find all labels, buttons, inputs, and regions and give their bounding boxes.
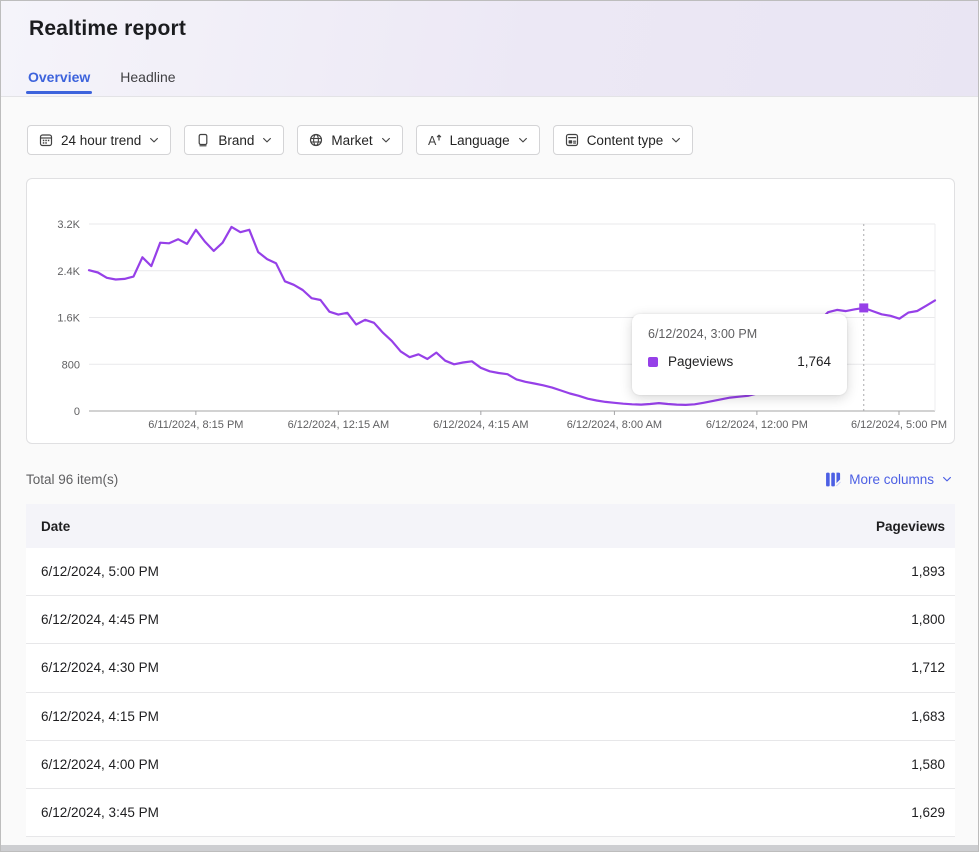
content-type-icon — [564, 132, 580, 148]
tab-overview[interactable]: Overview — [26, 63, 92, 96]
total-count: Total 96 item(s) — [26, 472, 118, 487]
filter-content-type[interactable]: Content type — [553, 125, 694, 155]
table-row: 6/12/2024, 4:15 PM 1,683 — [26, 693, 955, 741]
chevron-down-icon — [148, 134, 160, 146]
svg-text:0: 0 — [74, 406, 80, 418]
table-row: 6/12/2024, 4:45 PM 1,800 — [26, 596, 955, 644]
table-row: 6/12/2024, 5:00 PM 1,893 — [26, 548, 955, 596]
chevron-down-icon — [517, 134, 529, 146]
page-title: Realtime report — [29, 17, 978, 41]
cell-pageviews: 1,893 — [911, 564, 955, 579]
svg-text:800: 800 — [62, 359, 80, 371]
filter-label: Brand — [218, 133, 254, 148]
svg-text:2.4K: 2.4K — [57, 266, 80, 278]
svg-text:6/12/2024, 12:00 PM: 6/12/2024, 12:00 PM — [706, 419, 808, 431]
svg-text:6/12/2024, 4:15 AM: 6/12/2024, 4:15 AM — [433, 419, 528, 431]
filter-bar: 24 hour trend Brand Market — [27, 125, 978, 155]
filter-label: Language — [450, 133, 510, 148]
active-tab-underline — [26, 91, 92, 94]
data-table: Date Pageviews 6/12/2024, 5:00 PM 1,893 … — [26, 504, 955, 837]
device-icon — [195, 132, 211, 148]
chevron-down-icon — [670, 134, 682, 146]
chevron-down-icon — [261, 134, 273, 146]
columns-edit-icon — [825, 471, 842, 488]
svg-text:3.2K: 3.2K — [57, 219, 80, 231]
table-row: 6/12/2024, 4:00 PM 1,580 — [26, 741, 955, 789]
cell-date: 6/12/2024, 4:30 PM — [26, 660, 159, 675]
cell-date: 6/12/2024, 4:45 PM — [26, 612, 159, 627]
pageviews-trend-chart[interactable]: 0 800 1.6K 2.4K 3.2K 6/11/2024, 8:15 PM 6/12/2… — [27, 179, 954, 443]
cell-date: 6/12/2024, 5:00 PM — [26, 564, 159, 579]
cell-pageviews: 1,629 — [911, 805, 955, 820]
cell-pageviews: 1,712 — [911, 660, 955, 675]
globe-icon — [308, 132, 324, 148]
filter-label: Market — [331, 133, 372, 148]
tab-bar: Overview Headline — [26, 63, 178, 96]
svg-text:6/12/2024, 5:00 PM: 6/12/2024, 5:00 PM — [851, 419, 947, 431]
series-swatch — [648, 357, 658, 367]
page-header: Realtime report Overview Headline — [1, 1, 978, 97]
window-bottom-edge — [1, 845, 978, 851]
tooltip-series-label: Pageviews — [668, 354, 733, 369]
cell-date: 6/12/2024, 4:00 PM — [26, 757, 159, 772]
cell-date: 6/12/2024, 3:45 PM — [26, 805, 159, 820]
tab-overview-label: Overview — [28, 69, 90, 85]
cell-pageviews: 1,580 — [911, 757, 955, 772]
cell-date: 6/12/2024, 4:15 PM — [26, 709, 159, 724]
table-row: 6/12/2024, 3:45 PM 1,629 — [26, 789, 955, 837]
filter-brand[interactable]: Brand — [184, 125, 284, 155]
svg-text:A: A — [428, 134, 437, 148]
filter-label: Content type — [587, 133, 664, 148]
calendar-icon — [38, 132, 54, 148]
table-meta-bar: Total 96 item(s) More columns — [26, 468, 953, 490]
translate-icon: A — [427, 132, 443, 148]
chart-card: 0 800 1.6K 2.4K 3.2K 6/11/2024, 8:15 PM 6/12/2… — [26, 178, 955, 444]
svg-text:6/12/2024, 12:15 AM: 6/12/2024, 12:15 AM — [288, 419, 390, 431]
tooltip-value: 1,764 — [797, 354, 831, 369]
tooltip-timestamp: 6/12/2024, 3:00 PM — [648, 327, 831, 341]
chevron-down-icon — [941, 473, 953, 485]
tab-headline[interactable]: Headline — [118, 63, 177, 96]
filter-market[interactable]: Market — [297, 125, 402, 155]
chart-tooltip: 6/12/2024, 3:00 PM Pageviews 1,764 — [632, 314, 847, 395]
filter-language[interactable]: A Language — [416, 125, 540, 155]
more-columns-label: More columns — [849, 472, 934, 487]
more-columns-button[interactable]: More columns — [825, 471, 953, 488]
svg-text:6/12/2024, 8:00 AM: 6/12/2024, 8:00 AM — [567, 419, 662, 431]
svg-text:1.6K: 1.6K — [57, 313, 80, 325]
tab-headline-label: Headline — [120, 69, 175, 85]
svg-text:6/11/2024, 8:15 PM: 6/11/2024, 8:15 PM — [148, 419, 243, 431]
filter-label: 24 hour trend — [61, 133, 141, 148]
chevron-down-icon — [380, 134, 392, 146]
trend-chart-svg: 0 800 1.6K 2.4K 3.2K 6/11/2024, 8:15 PM 6/12/2… — [27, 179, 954, 441]
table-row: 6/12/2024, 4:30 PM 1,712 — [26, 644, 955, 692]
filter-24-hour-trend[interactable]: 24 hour trend — [27, 125, 171, 155]
table-header-row: Date Pageviews — [26, 504, 955, 548]
app-window: Realtime report Overview Headline 24 hou… — [0, 0, 979, 852]
column-header-pageviews: Pageviews — [876, 519, 955, 534]
cell-pageviews: 1,800 — [911, 612, 955, 627]
column-header-date: Date — [26, 519, 70, 534]
cell-pageviews: 1,683 — [911, 709, 955, 724]
